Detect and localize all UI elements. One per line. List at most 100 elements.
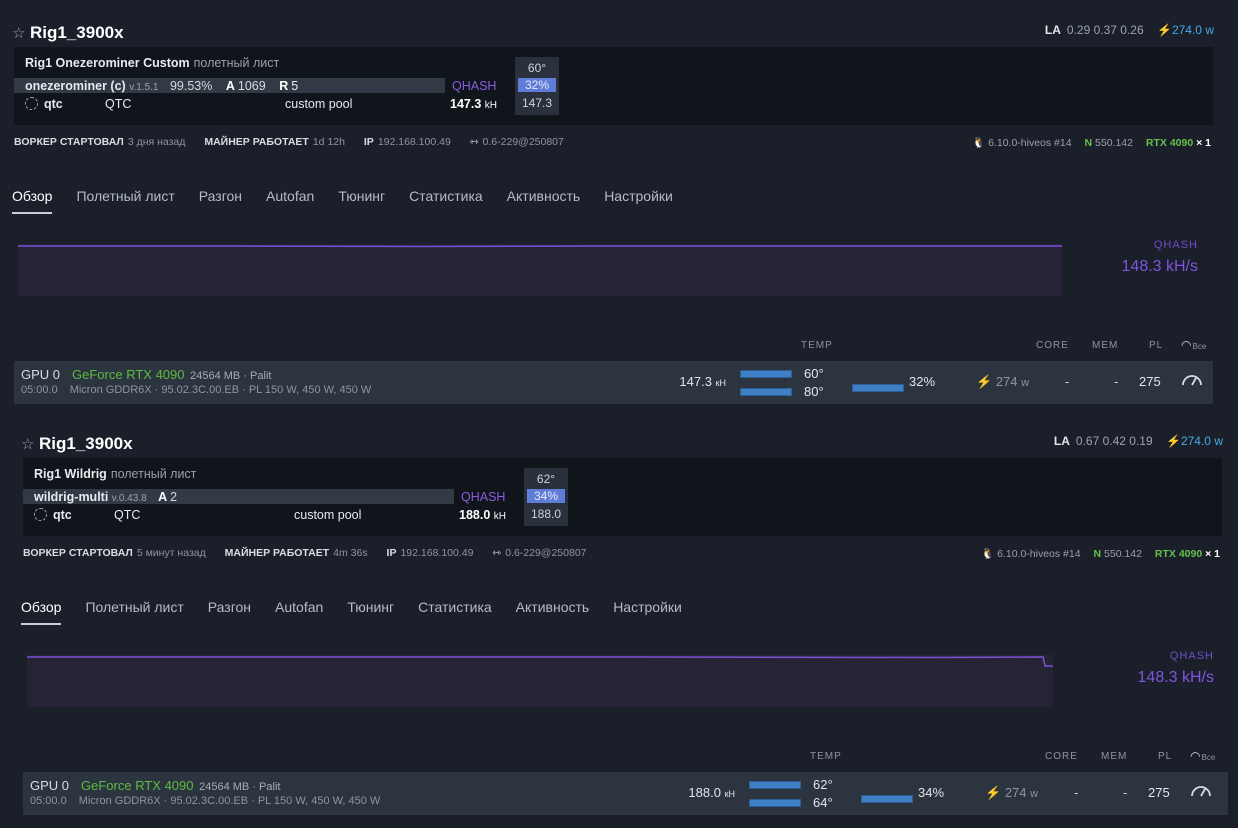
ip-value[interactable]: 192.168.100.49 bbox=[378, 136, 451, 148]
gpu-details: Micron GDDR6X · 95.02.3C.00.EB · PL 150 … bbox=[78, 795, 381, 807]
gpu-power-value: 274 bbox=[995, 374, 1018, 389]
header-core: CORE bbox=[1045, 751, 1078, 762]
temp-mem-bar bbox=[749, 799, 801, 807]
hive-version: 0.6-229@250807 bbox=[482, 136, 564, 148]
flight-sheet-name[interactable]: Rig1 Onezerominer Custom полетный лист bbox=[25, 56, 279, 70]
header-all: Все bbox=[1192, 342, 1207, 351]
coin-ticker: QTC bbox=[105, 97, 132, 111]
temp-core-bar bbox=[740, 370, 792, 378]
gpu-model-summary: RTX 4090 bbox=[1154, 548, 1203, 560]
fan-bar bbox=[861, 795, 913, 803]
tab-settings[interactable]: Настройки bbox=[604, 188, 673, 212]
tab-overview[interactable]: Обзор bbox=[21, 599, 62, 625]
rig-hashrate-value: 188.0 bbox=[459, 508, 491, 522]
tab-settings[interactable]: Настройки bbox=[613, 599, 682, 623]
rig-hashrate-unit: kH bbox=[484, 100, 497, 111]
accepted-count: 1069 bbox=[237, 79, 266, 93]
tab-activity[interactable]: Активность bbox=[507, 188, 581, 212]
tab-statistics[interactable]: Статистика bbox=[409, 188, 483, 212]
chart-hashrate-value: 148.3 kH/s bbox=[1121, 258, 1198, 275]
linux-icon: 🐧 bbox=[981, 548, 995, 560]
accepted-percent: 99.53% bbox=[169, 79, 213, 93]
tab-tuning[interactable]: Тюнинг bbox=[347, 599, 394, 623]
tab-autofan[interactable]: Autofan bbox=[266, 188, 314, 212]
miner-name: wildrig-multi bbox=[34, 490, 109, 504]
tab-activity[interactable]: Активность bbox=[516, 599, 590, 623]
hashrate-chart[interactable] bbox=[18, 244, 1062, 296]
rig-power: 274.0 bbox=[1180, 434, 1211, 448]
header-all: Все bbox=[1201, 753, 1216, 762]
rig-hashrate: 188.0 kH bbox=[454, 508, 506, 522]
flight-sheet-panel[interactable]: Rig1 Onezerominer Custom полетный лист on… bbox=[14, 47, 1213, 125]
oc-all-icon[interactable]: ◠Все bbox=[1181, 338, 1206, 352]
driver-label: N bbox=[1084, 137, 1093, 149]
gpu-bus: 05:00.0 bbox=[21, 384, 58, 396]
gpu-row[interactable]: GPU 0 GeForce RTX 4090 24564 MB · Palit 0… bbox=[14, 361, 1213, 404]
gpu-count: × 1 bbox=[1196, 137, 1211, 149]
tab-overview[interactable]: Обзор bbox=[12, 188, 53, 214]
tab-statistics[interactable]: Статистика bbox=[418, 599, 492, 623]
tab-overclock[interactable]: Разгон bbox=[208, 599, 251, 623]
gauge-icon[interactable] bbox=[1181, 373, 1203, 387]
running-label: МАЙНЕР РАБОТАЕТ bbox=[204, 136, 309, 148]
box-temp: 62° bbox=[536, 472, 556, 486]
gpu-name: GPU 0 GeForce RTX 4090 24564 MB · Palit bbox=[30, 778, 280, 793]
fan-bar bbox=[852, 384, 904, 392]
worker-meta: ВОРКЕР СТАРТОВАЛ 5 минут назад МАЙНЕР РАБ… bbox=[23, 547, 587, 559]
rig-power-unit: w bbox=[1214, 434, 1223, 448]
tabs: Обзор Полетный лист Разгон Autofan Тюнинг Ста… bbox=[21, 599, 706, 625]
gpu-mem: - bbox=[1123, 785, 1128, 800]
gpu-temp-core: 60° bbox=[804, 366, 824, 381]
gpu-row[interactable]: GPU 0 GeForce RTX 4090 24564 MB · Palit 0… bbox=[23, 772, 1228, 815]
hive-version: 0.6-229@250807 bbox=[505, 547, 587, 559]
linux-icon: 🐧 bbox=[972, 137, 986, 149]
tab-flight-sheet[interactable]: Полетный лист bbox=[85, 599, 183, 623]
chart-algo-label: QHASH bbox=[1169, 650, 1214, 662]
tab-autofan[interactable]: Autofan bbox=[275, 599, 323, 623]
la-values: 0.29 0.37 0.26 bbox=[1066, 23, 1144, 37]
flight-sheet-name[interactable]: Rig1 Wildrig полетный лист bbox=[34, 467, 196, 481]
running-value: 1d 12h bbox=[312, 136, 345, 148]
gauge-icon[interactable] bbox=[1190, 784, 1212, 798]
miner-name: onezerominer (c) bbox=[25, 79, 126, 93]
star-icon[interactable]: ☆ bbox=[12, 24, 25, 42]
tab-flight-sheet[interactable]: Полетный лист bbox=[76, 188, 174, 212]
gpu-core: - bbox=[1065, 374, 1070, 389]
gpu-model: GeForce RTX 4090 bbox=[81, 778, 194, 793]
system-meta: 🐧 6.10.0-hiveos #14 N 550.142 RTX 4090 ×… bbox=[972, 136, 1211, 149]
gpu-hashrate-unit: кH bbox=[724, 789, 735, 799]
header-temp: TEMP bbox=[801, 340, 833, 351]
spinner-icon bbox=[25, 97, 38, 110]
star-icon[interactable]: ☆ bbox=[21, 435, 34, 453]
coin-ticker: QTC bbox=[114, 508, 141, 522]
gpu-pl: 275 bbox=[1139, 374, 1161, 389]
rejected-label: R bbox=[279, 79, 289, 93]
flight-sheet-suffix: полетный лист bbox=[193, 56, 280, 70]
gpu-power-unit: w bbox=[1021, 377, 1030, 389]
box-fan: 34% bbox=[527, 489, 565, 503]
flight-sheet-panel[interactable]: Rig1 Wildrig полетный лист wildrig-multi … bbox=[23, 458, 1222, 536]
tab-overclock[interactable]: Разгон bbox=[199, 188, 242, 212]
gpu-fan: 34% bbox=[918, 785, 945, 800]
rejected-count: 5 bbox=[291, 79, 299, 93]
started-label: ВОРКЕР СТАРТОВАЛ bbox=[23, 547, 133, 559]
temp-core-bar bbox=[749, 781, 801, 789]
chart-algo-label: QHASH bbox=[1153, 239, 1198, 251]
rig-name[interactable]: Rig1_3900x bbox=[39, 434, 133, 454]
chart-area bbox=[27, 655, 1053, 707]
gpu-hashrate-unit: кH bbox=[715, 378, 726, 388]
rig-name[interactable]: Rig1_3900x bbox=[30, 23, 124, 43]
gpu-power: ⚡ 274 w bbox=[976, 374, 1029, 390]
accepted-label: A bbox=[158, 490, 168, 504]
algo-label: QHASH bbox=[452, 79, 497, 93]
version-icon: ⇿ bbox=[492, 547, 502, 559]
hashrate-chart[interactable] bbox=[27, 655, 1071, 707]
ip-value[interactable]: 192.168.100.49 bbox=[400, 547, 473, 559]
gpu-temp-mem: 80° bbox=[804, 384, 824, 399]
accepted-label: A bbox=[225, 79, 235, 93]
tab-tuning[interactable]: Тюнинг bbox=[338, 188, 385, 212]
oc-all-icon[interactable]: ◠Все bbox=[1190, 749, 1215, 763]
gpu-hashrate: 147.3 кH bbox=[654, 374, 726, 389]
driver-version: 550.142 bbox=[1095, 137, 1133, 149]
header-temp: TEMP bbox=[810, 751, 842, 762]
